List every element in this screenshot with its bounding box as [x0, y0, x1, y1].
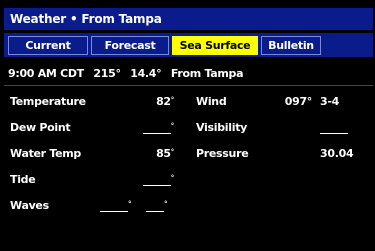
waves-height-value: ° — [100, 194, 132, 218]
temperature-label: Temperature — [10, 95, 86, 108]
tab-bulletin[interactable]: Bulletin — [261, 36, 321, 55]
waves-label: Waves — [10, 199, 49, 212]
station-bearing: 215° — [93, 67, 121, 80]
water-temp-label: Water Temp — [10, 147, 81, 160]
degree-icon: ° — [170, 174, 175, 182]
temperature-value: 82° — [156, 95, 175, 108]
dew-point-label: Dew Point — [10, 121, 71, 134]
tab-current[interactable]: Current — [8, 36, 88, 55]
weather-row: Dew Point ° Visibility — [4, 116, 375, 140]
wind-speed-value: 3-4 — [320, 95, 339, 108]
weather-row: Temperature 82° Wind 097° 3-4 — [4, 90, 375, 114]
window-title: Weather • From Tampa — [4, 8, 373, 30]
visibility-label: Visibility — [196, 121, 248, 134]
tab-forecast[interactable]: Forecast — [91, 36, 169, 55]
degree-icon: ° — [170, 122, 175, 130]
empty-value-line — [320, 122, 348, 134]
waves-period-value: ° — [146, 194, 168, 218]
tab-bar: Current Forecast Sea Surface Bulletin — [4, 33, 373, 57]
weather-grid: Temperature 82° Wind 097° 3-4 Dew Point … — [4, 90, 375, 251]
degree-icon: ° — [128, 200, 132, 208]
tide-label: Tide — [10, 173, 36, 186]
degree-icon: ° — [164, 200, 168, 208]
weather-row: Water Temp 85° Pressure 30.04 — [4, 142, 375, 166]
station-distance: 14.4° — [130, 67, 162, 80]
observation-time: 9:00 AM CDT — [8, 67, 84, 80]
dew-point-value: ° — [134, 116, 174, 140]
tide-value: ° — [134, 168, 174, 192]
wind-label: Wind — [196, 95, 227, 108]
degree-icon: ° — [170, 148, 175, 156]
water-temp-value: 85° — [156, 147, 175, 160]
weather-row: Waves ° ° — [4, 194, 375, 218]
tab-sea-surface[interactable]: Sea Surface — [172, 36, 258, 55]
empty-value-line — [100, 200, 128, 212]
pressure-label: Pressure — [196, 147, 249, 160]
pressure-value: 30.04 — [320, 147, 354, 160]
weather-row: Tide ° — [4, 168, 375, 192]
empty-value-line — [142, 174, 171, 186]
empty-value-line — [142, 122, 171, 134]
degree-icon: ° — [170, 96, 175, 104]
visibility-value — [320, 116, 375, 140]
empty-value-line — [146, 200, 164, 212]
station-info: 9:00 AM CDT 215° 14.4° From Tampa — [4, 62, 373, 86]
wind-direction-value: 097° — [284, 95, 313, 108]
station-name: From Tampa — [170, 67, 244, 80]
